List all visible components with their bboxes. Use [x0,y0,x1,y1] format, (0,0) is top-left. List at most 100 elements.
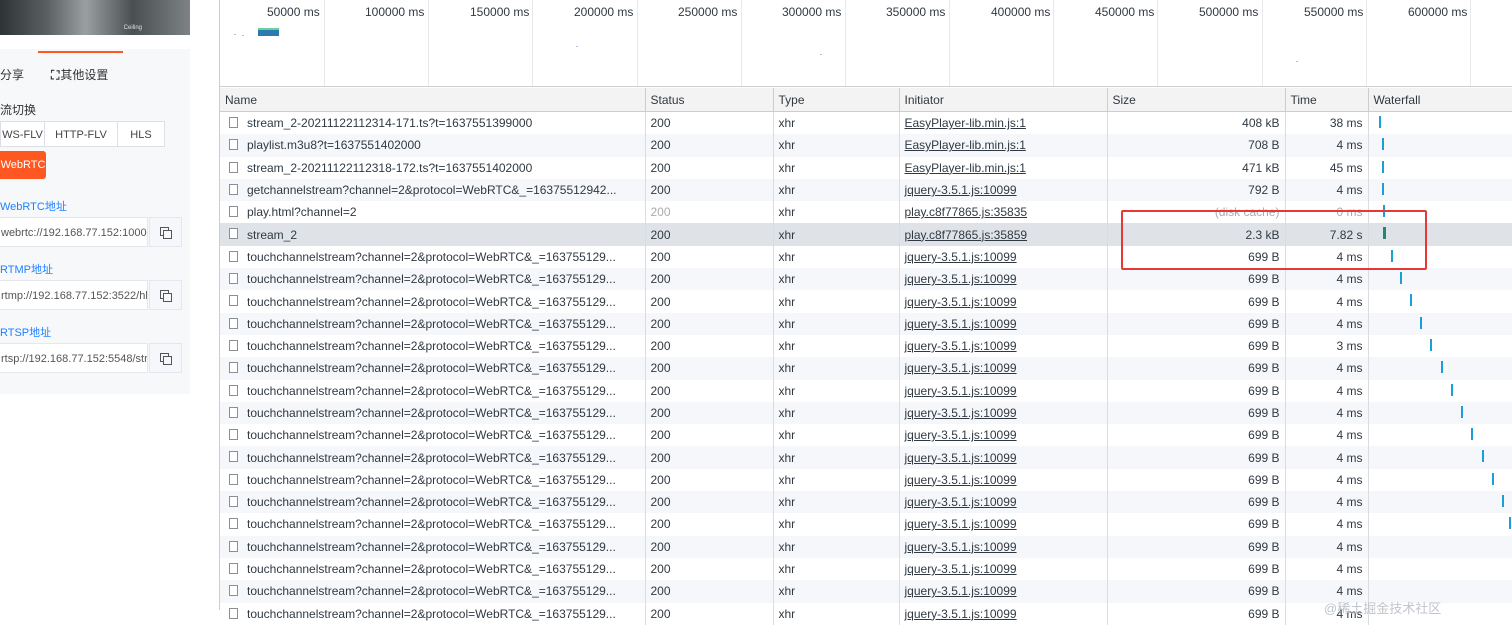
table-row[interactable]: stream_2-20211122112314-171.ts?t=1637551… [220,111,1512,135]
request-initiator[interactable]: jquery-3.5.1.js:10099 [899,468,1108,492]
request-initiator[interactable]: jquery-3.5.1.js:10099 [899,379,1108,402]
request-initiator[interactable]: jquery-3.5.1.js:10099 [899,268,1108,291]
request-size: 699 B [1107,312,1286,335]
request-waterfall [1368,424,1512,447]
table-row[interactable]: touchchannelstream?channel=2&protocol=We… [220,491,1512,514]
tab-share[interactable]: 分享 [0,66,24,83]
site-watermark: @稀土掘金技术社区 [1324,601,1442,616]
request-type: xhr [773,111,900,135]
request-initiator[interactable]: jquery-3.5.1.js:10099 [899,424,1108,447]
request-name[interactable]: touchchannelstream?channel=2&protocol=We… [220,424,646,447]
rtsp-address-field[interactable]: rtsp://192.168.77.152:5548/stream_2 [0,343,148,373]
request-initiator[interactable]: jquery-3.5.1.js:10099 [899,290,1108,313]
request-initiator[interactable]: jquery-3.5.1.js:10099 [899,446,1108,469]
table-row[interactable]: touchchannelstream?channel=2&protocol=We… [220,357,1512,380]
table-row[interactable]: touchchannelstream?channel=2&protocol=We… [220,602,1512,625]
overview-gridline [1262,0,1263,86]
column-header-status[interactable]: Status [645,88,774,112]
request-initiator[interactable]: play.c8f77865.js:35859 [899,223,1108,246]
file-icon [229,139,238,151]
request-waterfall [1368,379,1512,402]
request-initiator[interactable]: jquery-3.5.1.js:10099 [899,491,1108,514]
request-initiator[interactable]: EasyPlayer-lib.min.js:1 [899,111,1108,135]
overview-dot [1296,61,1298,62]
column-header-waterfall[interactable]: Waterfall [1368,88,1512,112]
request-initiator[interactable]: jquery-3.5.1.js:10099 [899,557,1108,581]
request-name[interactable]: touchchannelstream?channel=2&protocol=We… [220,602,646,625]
column-header-time[interactable]: Time [1285,88,1369,112]
webrtc-address-field[interactable]: webrtc://192.168.77.152:10000/rtc/stream… [0,217,148,247]
table-row[interactable]: touchchannelstream?channel=2&protocol=We… [220,535,1512,558]
request-initiator[interactable]: jquery-3.5.1.js:10099 [899,535,1108,558]
request-name[interactable]: touchchannelstream?channel=2&protocol=We… [220,535,646,558]
request-name[interactable]: touchchannelstream?channel=2&protocol=We… [220,401,646,425]
request-initiator[interactable]: jquery-3.5.1.js:10099 [899,334,1108,358]
tab-other-settings[interactable]: ⛶其他设置 [51,66,108,83]
request-name[interactable]: getchannelstream?channel=2&protocol=WebR… [220,178,646,202]
request-name[interactable]: touchchannelstream?channel=2&protocol=We… [220,557,646,581]
request-initiator[interactable]: jquery-3.5.1.js:10099 [899,580,1108,603]
table-row[interactable]: touchchannelstream?channel=2&protocol=We… [220,557,1512,581]
table-row[interactable]: touchchannelstream?channel=2&protocol=We… [220,379,1512,402]
protocol-button-http-flv[interactable]: HTTP-FLV [44,121,118,147]
request-initiator[interactable]: jquery-3.5.1.js:10099 [899,357,1108,380]
table-row[interactable]: touchchannelstream?channel=2&protocol=We… [220,290,1512,313]
request-name[interactable]: touchchannelstream?channel=2&protocol=We… [220,513,646,536]
column-header-initiator[interactable]: Initiator [899,88,1108,112]
waterfall-bar [1460,405,1463,418]
column-header-size[interactable]: Size [1107,88,1286,112]
request-initiator[interactable]: EasyPlayer-lib.min.js:1 [899,156,1108,179]
table-row[interactable]: stream_2-20211122112318-172.ts?t=1637551… [220,156,1512,179]
request-initiator[interactable]: play.c8f77865.js:35835 [899,201,1108,224]
request-name[interactable]: touchchannelstream?channel=2&protocol=We… [220,268,646,291]
request-name[interactable]: touchchannelstream?channel=2&protocol=We… [220,357,646,380]
request-name[interactable]: touchchannelstream?channel=2&protocol=We… [220,491,646,514]
protocol-button-ws-flv[interactable]: WS-FLV [0,121,45,147]
request-initiator[interactable]: jquery-3.5.1.js:10099 [899,602,1108,625]
table-row[interactable]: touchchannelstream?channel=2&protocol=We… [220,401,1512,425]
file-icon [229,228,238,240]
waterfall-bar [1481,450,1484,463]
request-initiator[interactable]: EasyPlayer-lib.min.js:1 [899,134,1108,157]
table-row[interactable]: touchchannelstream?channel=2&protocol=We… [220,312,1512,335]
request-name[interactable]: stream_2-20211122112318-172.ts?t=1637551… [220,156,646,179]
request-initiator[interactable]: jquery-3.5.1.js:10099 [899,245,1108,269]
request-name[interactable]: touchchannelstream?channel=2&protocol=We… [220,245,646,269]
copy-webrtc-button[interactable] [149,217,182,247]
rtmp-address-field[interactable]: rtmp://192.168.77.152:3522/hls/stream_2 [0,280,148,310]
request-name[interactable]: playlist.m3u8?t=1637551402000 [220,134,646,157]
request-name[interactable]: stream_2-20211122112314-171.ts?t=1637551… [220,111,646,135]
table-row[interactable]: touchchannelstream?channel=2&protocol=We… [220,468,1512,492]
video-thumbnail[interactable]: Ceiling [0,0,190,35]
request-name[interactable]: touchchannelstream?channel=2&protocol=We… [220,312,646,335]
table-row[interactable]: touchchannelstream?channel=2&protocol=We… [220,446,1512,469]
copy-rtsp-button[interactable] [149,343,182,373]
request-name[interactable]: stream_2 [220,223,646,246]
overview-gridline [1470,0,1471,86]
request-name[interactable]: touchchannelstream?channel=2&protocol=We… [220,290,646,313]
request-initiator[interactable]: jquery-3.5.1.js:10099 [899,401,1108,425]
column-header-type[interactable]: Type [773,88,900,112]
protocol-button-webrtc[interactable]: WebRTC [0,151,46,179]
table-row[interactable]: touchchannelstream?channel=2&protocol=We… [220,334,1512,358]
request-initiator[interactable]: jquery-3.5.1.js:10099 [899,513,1108,536]
request-name[interactable]: play.html?channel=2 [220,201,646,224]
table-row[interactable]: touchchannelstream?channel=2&protocol=We… [220,268,1512,291]
request-name[interactable]: touchchannelstream?channel=2&protocol=We… [220,334,646,358]
table-row[interactable]: getchannelstream?channel=2&protocol=WebR… [220,178,1512,202]
request-initiator[interactable]: jquery-3.5.1.js:10099 [899,312,1108,335]
table-row[interactable]: touchchannelstream?channel=2&protocol=We… [220,424,1512,447]
request-name[interactable]: touchchannelstream?channel=2&protocol=We… [220,580,646,603]
table-row[interactable]: playlist.m3u8?t=1637551402000 200 xhr EasyP… [220,134,1512,157]
request-name[interactable]: touchchannelstream?channel=2&protocol=We… [220,379,646,402]
column-header-name[interactable]: Name [220,88,646,112]
network-overview-timeline[interactable]: 50000 ms 100000 ms 150000 ms 200000 ms 25000… [220,0,1512,87]
table-row[interactable]: touchchannelstream?channel=2&protocol=We… [220,580,1512,603]
request-name[interactable]: touchchannelstream?channel=2&protocol=We… [220,446,646,469]
copy-rtmp-button[interactable] [149,280,182,310]
protocol-button-hls[interactable]: HLS [117,121,165,147]
request-initiator[interactable]: jquery-3.5.1.js:10099 [899,178,1108,202]
table-row[interactable]: touchchannelstream?channel=2&protocol=We… [220,513,1512,536]
request-time: 38 ms [1285,111,1369,135]
request-name[interactable]: touchchannelstream?channel=2&protocol=We… [220,468,646,492]
